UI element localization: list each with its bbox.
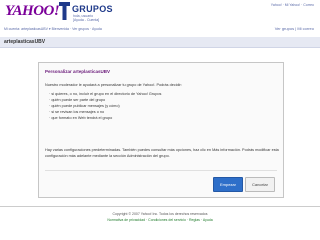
options-list: · si quieres, o no, incluir el grupo en … [49,91,161,121]
account-links[interactable]: [Ayuda - Cuenta] [73,18,99,22]
dialog-note: Hay varias configuraciones predeterminad… [45,148,279,158]
nav-bar: Mi cuenta: arteplasticasUBV ▾ Bienvenida… [0,24,320,34]
header: YAHOO! GRUPOS hola, usuario [Ayuda - Cue… [0,0,320,25]
customize-dialog: Personalizar arteplasticasUBV Nuestro mo… [38,62,284,198]
start-button[interactable]: Empezar [213,177,243,192]
group-title[interactable]: arteplasticasUBV [4,39,45,45]
copyright: Copyright © 2007 Yahoo! Inc. Todos los d… [112,212,208,216]
divider [45,170,277,171]
nav-right-links[interactable]: Ver grupos | Mi correo [275,26,314,31]
cancel-button[interactable]: Cancelar [245,177,275,192]
user-greeting: hola, usuario [Ayuda - Cuenta] [73,14,99,22]
footer-divider [0,206,320,207]
product-name: GRUPOS [72,4,113,14]
group-title-bar: arteplasticasUBV [0,37,320,48]
top-links[interactable]: Yahoo! · Mi Yahoo! · Correo [271,3,314,7]
groups-logo-icon [59,2,70,20]
footer-links[interactable]: Normativa de privacidad · Condiciones de… [0,218,320,222]
dialog-title: Personalizar arteplasticasUBV [45,69,111,74]
yahoo-logo[interactable]: YAHOO! [5,4,60,19]
dialog-intro: Nuestro moderador le ayudará a personali… [45,83,182,87]
list-item: · que formato en Web tendrá el grupo [49,116,113,120]
nav-links[interactable]: Mi cuenta: arteplasticasUBV ▾ Bienvenida… [4,27,102,31]
